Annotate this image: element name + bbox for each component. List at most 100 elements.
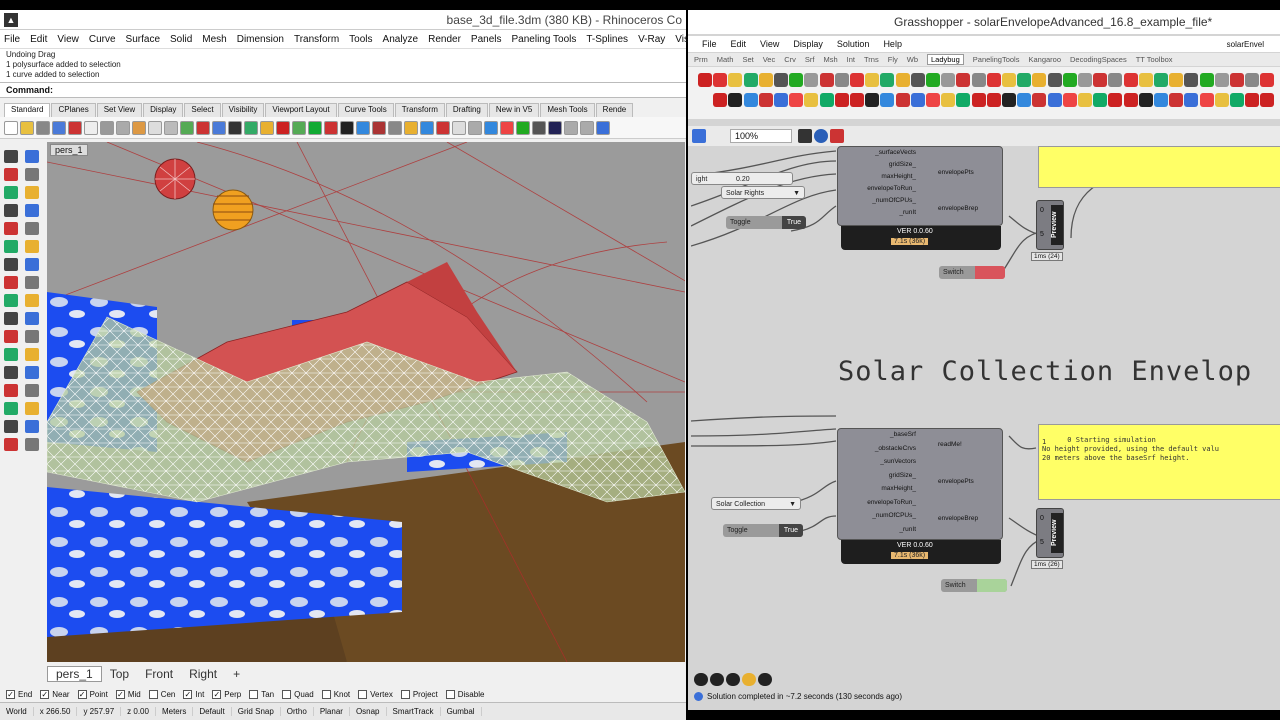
ladybug-component-icon[interactable] [698,73,712,87]
menu-curve[interactable]: Curve [89,34,116,45]
preview-wire-icon[interactable] [710,672,724,686]
preview-shaded-icon[interactable] [726,672,740,686]
input-runit[interactable]: _runIt [899,526,916,533]
ladybug-component-icon[interactable] [728,93,743,107]
gh-tab-trns[interactable]: Trns [864,55,879,64]
input-maxheight[interactable]: maxHeight_ [881,173,916,180]
sidebar-tool-icon[interactable] [25,186,39,199]
ladybug-component-icon[interactable] [850,73,864,87]
toolbar-icon[interactable] [164,120,178,135]
ladybug-component-icon[interactable] [986,93,1001,107]
sidebar-tool-icon[interactable] [4,168,18,181]
ladybug-component-icon[interactable] [1199,93,1214,107]
toolbar-tab-new-in-v5[interactable]: New in V5 [488,103,540,117]
ladybug-component-icon[interactable] [789,73,804,87]
gh-tab-kangaroo[interactable]: Kangaroo [1028,55,1061,64]
osnap-knot[interactable]: Knot [321,689,350,699]
ladybug-component-icon[interactable] [789,93,804,107]
boolean-toggle-top[interactable]: Toggle True [726,216,806,229]
sidebar-tool-icon[interactable] [4,204,18,217]
ladybug-component-icon[interactable] [774,73,788,87]
sidebar-tool-icon[interactable] [25,384,39,397]
toolbar-icon[interactable] [244,120,258,135]
menu-dimension[interactable]: Dimension [237,34,284,45]
sidebar-tool-icon[interactable] [25,222,39,235]
sidebar-tool-icon[interactable] [4,150,18,163]
preview-component-bottom[interactable]: 0 5 Preview [1036,508,1064,558]
status-ortho[interactable]: Ortho [281,707,314,716]
ladybug-component-icon[interactable] [1245,93,1260,107]
ladybug-component-icon[interactable] [1214,73,1229,87]
toolbar-icon[interactable] [532,120,546,135]
toolbar-tab-rende[interactable]: Rende [595,103,634,117]
toolbar-icon[interactable] [148,120,162,135]
toolbar-icon[interactable] [404,120,418,135]
toolbar-icon[interactable] [468,120,482,135]
ladybug-component-icon[interactable] [986,73,1001,87]
gh-menu-file[interactable]: File [702,39,717,49]
sidebar-tool-icon[interactable] [4,312,18,325]
toolbar-tab-mesh-tools[interactable]: Mesh Tools [540,103,595,117]
ladybug-component-icon[interactable] [910,93,925,107]
sidebar-tool-icon[interactable] [4,384,18,397]
sidebar-tool-icon[interactable] [25,312,39,325]
toolbar-tab-display[interactable]: Display [143,103,184,117]
gh-tab-int[interactable]: Int [847,55,855,64]
ladybug-component-icon[interactable] [1108,93,1123,107]
toolbar-tab-standard[interactable]: Standard [4,103,51,117]
ladybug-component-icon[interactable] [1047,93,1062,107]
ladybug-component-icon[interactable] [1093,73,1108,87]
ladybug-component-icon[interactable] [1169,93,1184,107]
toolbar-icon[interactable] [52,120,66,135]
toolbar-icon[interactable] [452,120,466,135]
sidebar-tool-icon[interactable] [25,294,39,307]
input-basesrf[interactable]: _baseSrf [890,431,916,438]
ladybug-component-icon[interactable] [971,93,986,107]
ladybug-component-icon[interactable] [1123,93,1138,107]
command-line[interactable]: Command: [0,82,686,98]
toolbar-icon[interactable] [180,120,194,135]
osnap-vertex[interactable]: Vertex [358,689,393,699]
gh-tab-wb[interactable]: Wb [907,55,918,64]
toolbar-icon[interactable] [292,120,306,135]
menu-mesh[interactable]: Mesh [202,34,226,45]
menu-edit[interactable]: Edit [30,34,47,45]
osnap-cen[interactable]: Cen [148,689,175,699]
osnap-mid[interactable]: ✓ Mid [115,689,141,699]
toolbar-icon[interactable] [324,120,338,135]
toolbar-tab-drafting[interactable]: Drafting [445,103,488,117]
perspective-viewport[interactable]: pers_1 [47,142,685,662]
gh-tab-prm[interactable]: Prm [694,55,708,64]
sidebar-tool-icon[interactable] [4,348,18,361]
status-meters[interactable]: Meters [156,707,194,716]
output-envelopebrep[interactable]: envelopeBrep [938,205,978,212]
ladybug-component-icon[interactable] [880,73,895,87]
viewport-tab-right[interactable]: Right [181,667,225,681]
ladybug-component-icon[interactable] [941,73,956,87]
ladybug-component-icon[interactable] [834,73,849,87]
ladybug-component-icon[interactable] [743,93,758,107]
gh-menu-help[interactable]: Help [883,39,902,49]
value-list-solar-collection[interactable]: Solar Collection ▼ [711,497,801,510]
gh-menu-display[interactable]: Display [793,39,823,49]
gh-tab-ladybug[interactable]: Ladybug [926,54,964,65]
ladybug-component-icon[interactable] [956,73,971,87]
menu-t-splines[interactable]: T-Splines [586,34,628,45]
gh-tab-fly[interactable]: Fly [888,55,898,64]
toolbar-icon[interactable] [580,120,594,135]
ladybug-component-icon[interactable] [1199,73,1214,87]
toolbar-icon[interactable] [116,120,130,135]
menu-v-ray[interactable]: V-Ray [638,34,665,45]
ladybug-component-icon[interactable] [1032,93,1047,107]
ladybug-component-icon[interactable] [1078,93,1092,107]
sketch-icon[interactable] [830,129,844,143]
ladybug-component-icon[interactable] [728,73,743,87]
input-sunvectors[interactable]: _sunVectors [880,458,916,465]
ladybug-component-icon[interactable] [819,73,834,87]
output-envelopepts[interactable]: envelopePts [938,478,974,485]
ladybug-component-icon[interactable] [758,73,773,87]
ladybug-component-icon[interactable] [713,93,728,107]
preview-mesh-icon[interactable] [758,672,772,686]
input-gridsize[interactable]: gridSize_ [889,472,916,479]
sidebar-tool-icon[interactable] [4,402,18,415]
